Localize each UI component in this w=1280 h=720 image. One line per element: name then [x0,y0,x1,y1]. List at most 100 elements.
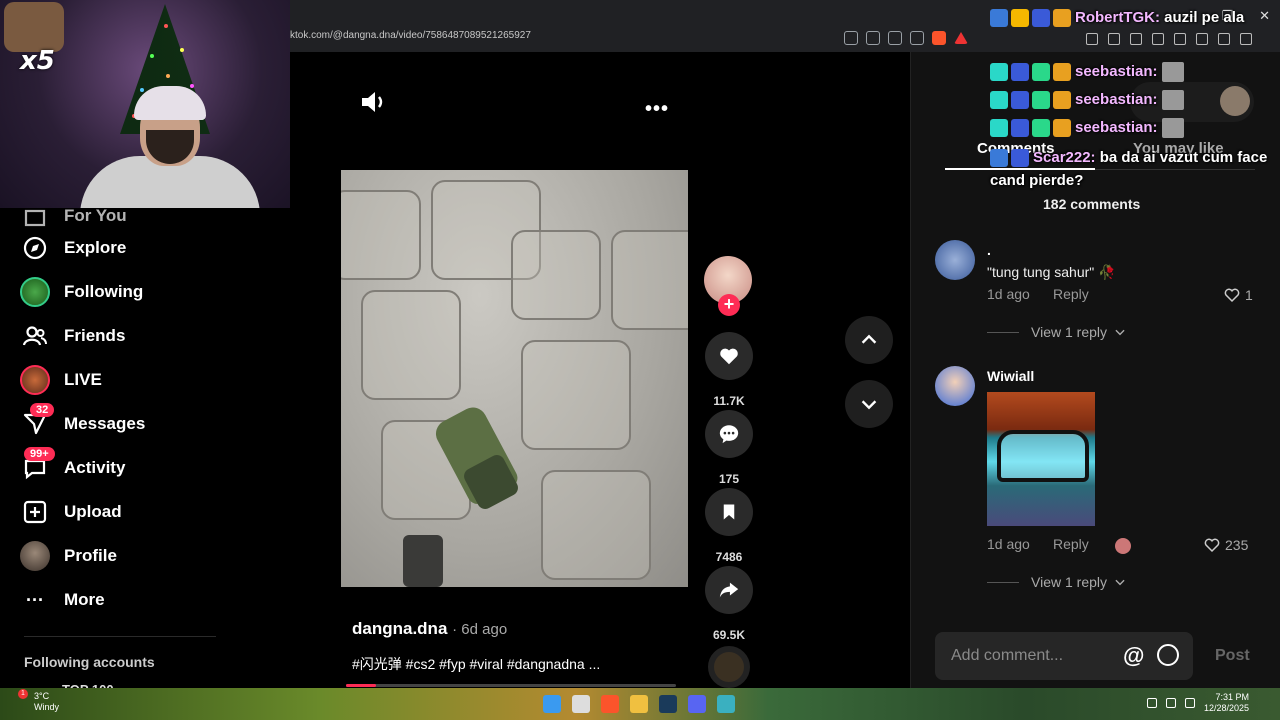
comment-like-button[interactable]: 235 [1203,536,1248,554]
browser-extensions [1086,33,1252,45]
wallet-icon[interactable] [1174,33,1186,45]
sidebar-item-label: Following [64,282,144,301]
menu-icon[interactable] [1240,33,1252,45]
reply-button[interactable]: Reply [1053,536,1089,552]
network-icon[interactable] [1166,698,1176,708]
reply-dash [987,581,1019,583]
video-player[interactable] [341,170,688,587]
post-button[interactable]: Post [1215,647,1250,665]
author-name[interactable]: dangna.dna [352,619,447,638]
comment-like-button[interactable]: 1 [1223,286,1253,304]
activity-badge: 99+ [24,447,55,461]
brave-shields-icon[interactable] [932,31,946,45]
music-disc[interactable] [708,646,750,688]
app-icon[interactable] [717,695,735,713]
volume-icon[interactable] [1185,698,1195,708]
video-texture [611,230,688,330]
light [150,54,154,58]
mute-tab-icon[interactable] [844,31,858,45]
tab-search-icon[interactable] [1108,33,1120,45]
share-button[interactable] [705,566,753,614]
view-replies-button[interactable]: View 1 reply [987,324,1127,340]
brave-browser-icon[interactable] [601,695,619,713]
file-explorer-icon[interactable] [630,695,648,713]
more-options-icon[interactable]: ••• [645,98,669,121]
chat-badges [990,119,1071,138]
gift-icon [1032,119,1050,138]
comment-author[interactable]: Wiwiall [987,368,1034,384]
comment-image[interactable] [987,392,1095,526]
reply-button[interactable]: Reply [1053,286,1089,302]
sidebar-item-friends[interactable]: Friends [20,320,125,352]
video-progress-bar[interactable] [346,684,676,687]
share-icon[interactable] [910,31,924,45]
comment-author[interactable]: . [987,242,991,258]
sidebar-item-label: Explore [64,238,127,257]
brave-rewards-icon[interactable] [954,32,968,44]
previous-video-button[interactable] [845,316,893,364]
windows-start-icon[interactable] [543,695,561,713]
discord-icon[interactable] [688,695,706,713]
clock-date: 12/28/2025 [1204,703,1250,713]
badge-icon [990,119,1008,138]
share-count: 69.5K [712,628,746,642]
sidebar-nav: For You Explore Following Friends LIVE 3… [0,206,300,697]
steam-icon[interactable] [659,695,677,713]
chat-text: auzil pe ala [1164,9,1245,26]
comment-time: 1d ago [987,536,1030,552]
sidebar-divider [24,636,216,637]
avatar[interactable] [935,240,975,280]
add-comment-field[interactable]: Add comment... @ [935,632,1193,680]
taskbar-clock[interactable]: 7:31 PM 12/28/2025 [1204,692,1249,714]
video-caption[interactable]: #闪光弹 #cs2 #fyp #viral #dangnadna ... [352,654,600,674]
badge-icon [990,9,1008,28]
profile-avatar [20,541,50,571]
close-button[interactable]: ✕ [1259,8,1270,24]
chevron-down-icon [1115,579,1125,586]
comment-like-count: 235 [1225,537,1249,553]
extensions-icon[interactable] [1086,33,1098,45]
sidebar-item-following[interactable]: Following [20,276,143,308]
badge-icon [1053,91,1071,110]
emoji-icon[interactable] [1157,644,1179,666]
media-icon[interactable] [1130,33,1142,45]
sidebar-item-explore[interactable]: Explore [20,232,126,264]
mention-icon[interactable]: @ [1123,643,1144,669]
clock-time: 7:31 PM [1215,692,1250,702]
sidebar-item-messages[interactable]: 32 Messages [20,403,145,440]
more-icon: ··· [26,589,44,610]
zoom-icon[interactable] [888,31,902,45]
chat-message: Scar222: ba da ai vazut cum face cand pi… [990,146,1270,192]
sidebar-item-label: Profile [64,546,117,565]
sidebar-item-activity[interactable]: 99+ Activity [20,447,125,484]
sidebar-icon[interactable] [1152,33,1164,45]
sidebar-item-more[interactable]: ··· More [20,584,105,616]
badge-icon [1011,91,1029,110]
chevron-up-icon[interactable] [1128,698,1138,708]
next-video-button[interactable] [845,380,893,428]
like-button[interactable] [705,332,753,380]
follow-plus-icon[interactable]: + [718,294,740,316]
share-action: 69.5K [704,566,754,642]
chat-badges [990,149,1029,168]
sidebar-item-profile[interactable]: Profile [20,540,117,572]
like-count: 11.7K [713,394,745,408]
address-bar[interactable]: ktok.com/@dangna.dna/video/7586487089521… [290,30,531,41]
volume-icon[interactable] [360,90,388,114]
vpn-icon[interactable] [1218,33,1230,45]
save-count: 7486 [715,550,743,564]
sidebar-item-live[interactable]: LIVE [20,364,102,396]
avatar[interactable] [935,366,975,406]
save-button[interactable] [705,488,753,536]
weather-widget[interactable]: 1 3°C Windy [10,689,59,713]
sidebar-item-label: LIVE [64,370,102,389]
leo-icon[interactable] [1196,33,1208,45]
cast-icon[interactable] [866,31,880,45]
emote-icon [1161,90,1184,111]
task-view-icon[interactable] [572,695,590,713]
sidebar-item-upload[interactable]: Upload [20,496,122,528]
speaker-icon[interactable] [1147,698,1157,708]
comment-button[interactable] [705,410,753,458]
comment-like-count: 1 [1245,287,1253,303]
view-replies-button[interactable]: View 1 reply [987,574,1127,590]
